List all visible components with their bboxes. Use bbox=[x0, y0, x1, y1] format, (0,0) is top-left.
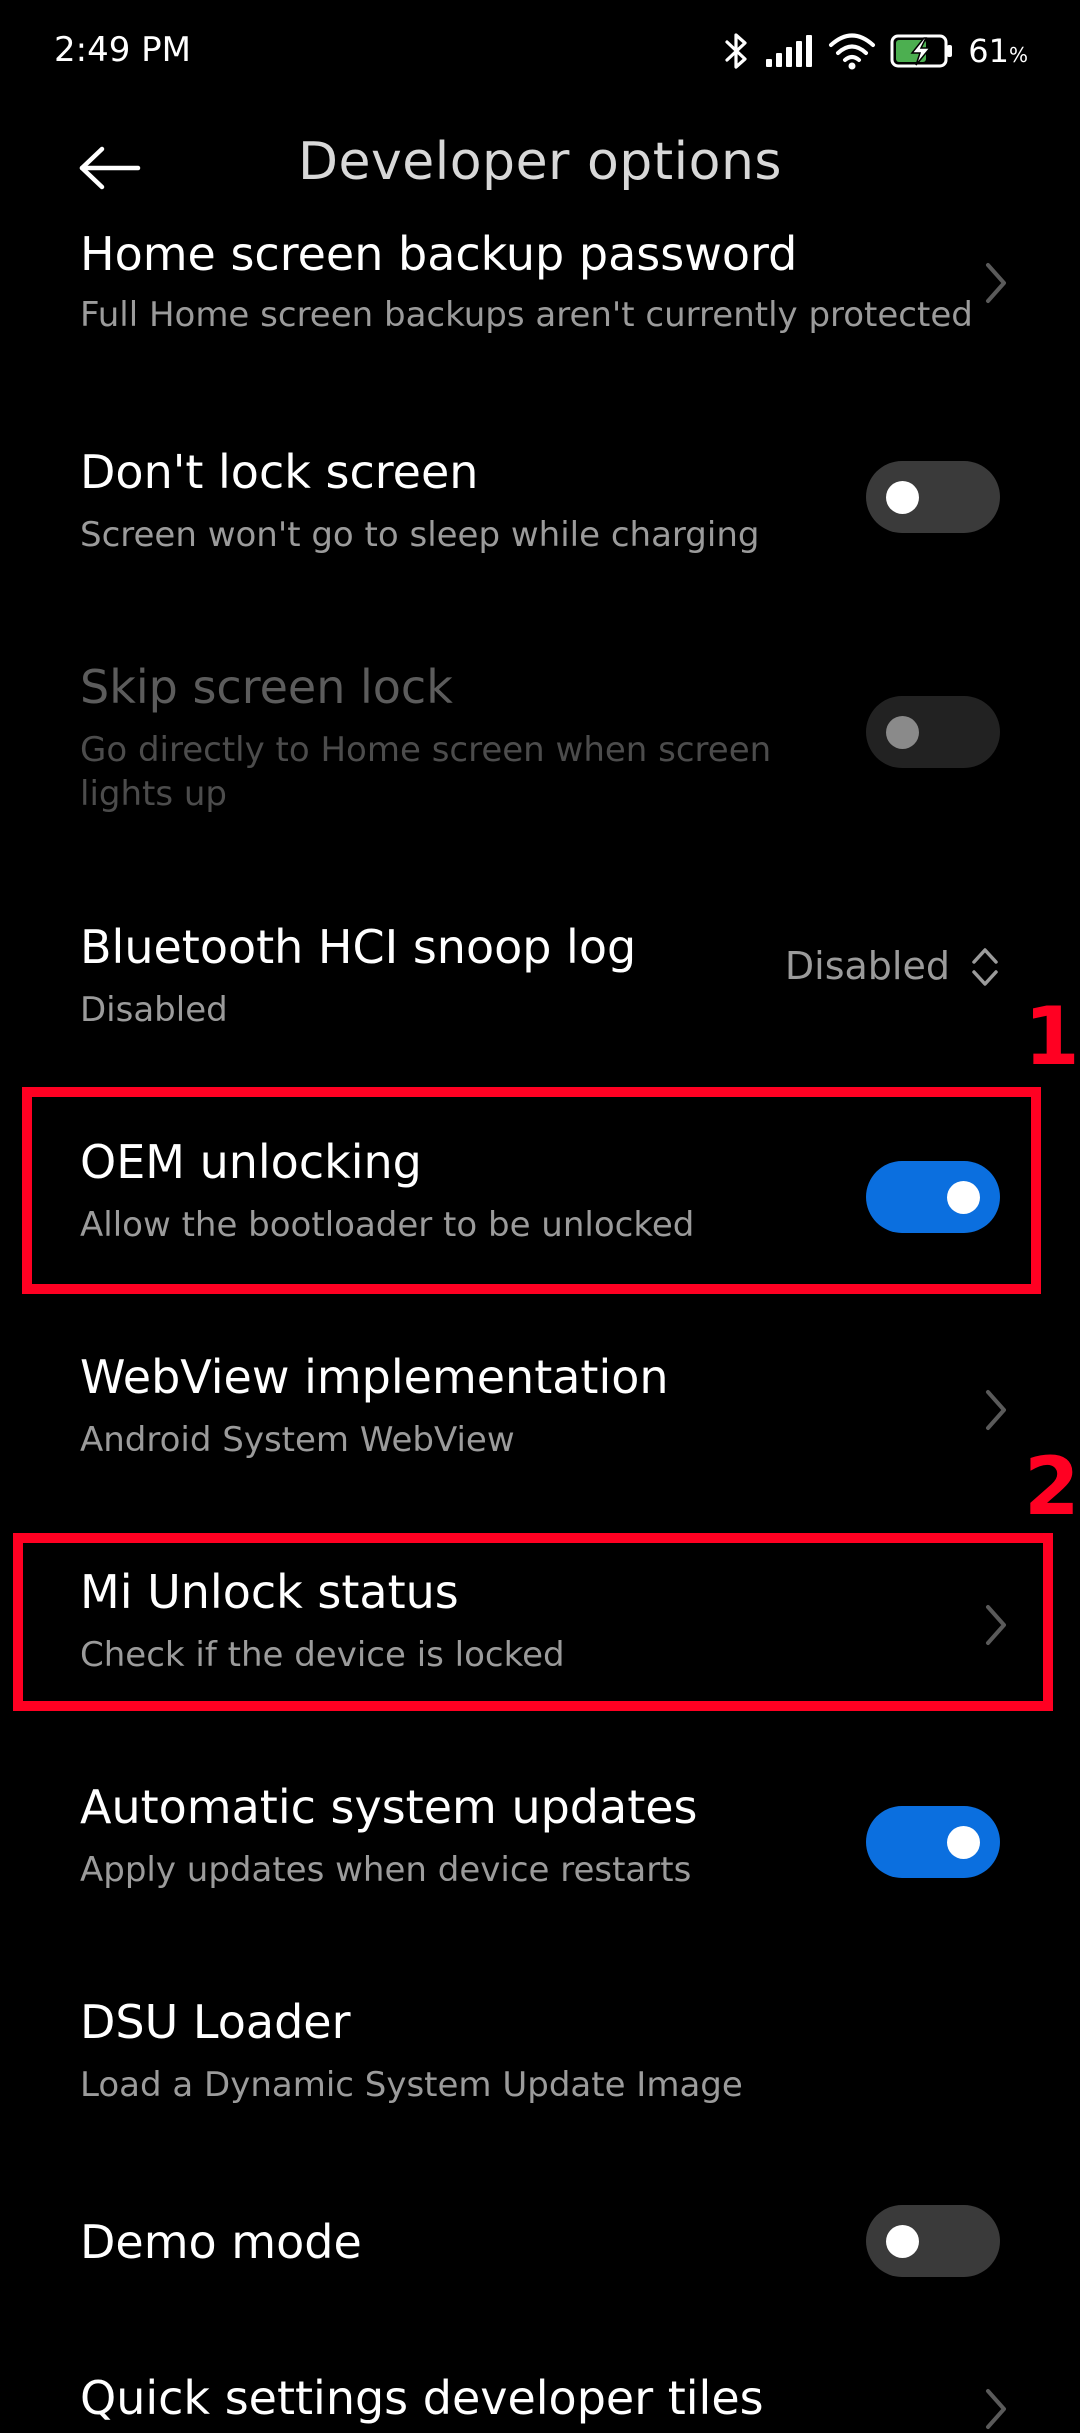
status-bar: 2:49 PM 61% bbox=[0, 0, 1080, 100]
toggle-knob bbox=[947, 1826, 980, 1859]
setting-title: WebView implementation bbox=[80, 1350, 669, 1404]
setting-skip-screen-lock: Skip screen lock Go directly to Home scr… bbox=[0, 650, 1080, 814]
annotation-highlight-mi-unlock-status bbox=[13, 1533, 1053, 1711]
setting-subtitle: Android System WebView bbox=[80, 1420, 515, 1460]
battery-percent-unit: % bbox=[1008, 43, 1028, 67]
setting-webview-implementation[interactable]: WebView implementation Android System We… bbox=[0, 1340, 1080, 1470]
app-header: Developer options bbox=[0, 110, 1080, 215]
dropdown-value[interactable]: Disabled bbox=[785, 944, 950, 988]
chevron-up-down-icon bbox=[972, 948, 998, 986]
automatic-system-updates-toggle[interactable] bbox=[866, 1806, 1000, 1878]
wifi-icon bbox=[828, 32, 876, 70]
status-icons: 61% bbox=[724, 26, 1028, 76]
setting-subtitle: Go directly to Home screen when screen l… bbox=[80, 730, 772, 814]
setting-subtitle: Load a Dynamic System Update Image bbox=[80, 2065, 743, 2105]
battery-percent: 61% bbox=[968, 32, 1028, 70]
dont-lock-screen-toggle[interactable] bbox=[866, 461, 1000, 533]
bluetooth-icon bbox=[724, 31, 750, 71]
skip-screen-lock-toggle bbox=[866, 696, 1000, 768]
setting-quick-settings-developer-tiles[interactable]: Quick settings developer tiles bbox=[0, 2365, 1080, 2429]
setting-subtitle: Full Home screen backups aren't currentl… bbox=[80, 295, 973, 335]
setting-title: Don't lock screen bbox=[80, 445, 479, 499]
battery-percent-value: 61 bbox=[968, 32, 1009, 70]
chevron-right-icon bbox=[986, 2389, 1006, 2429]
annotation-marker-2: 2 bbox=[1024, 1440, 1080, 1533]
page-title: Developer options bbox=[298, 132, 782, 192]
demo-mode-toggle[interactable] bbox=[866, 2205, 1000, 2277]
setting-dont-lock-screen[interactable]: Don't lock screen Screen won't go to sle… bbox=[0, 435, 1080, 565]
setting-automatic-system-updates[interactable]: Automatic system updates Apply updates w… bbox=[0, 1770, 1080, 1900]
chevron-right-icon bbox=[986, 1390, 1006, 1430]
setting-demo-mode[interactable]: Demo mode bbox=[0, 2205, 1080, 2305]
annotation-marker-1: 1 bbox=[1024, 990, 1080, 1083]
setting-home-screen-backup-password[interactable]: Home screen backup password Full Home sc… bbox=[0, 215, 1080, 385]
setting-title: Home screen backup password bbox=[80, 227, 798, 281]
setting-title: Skip screen lock bbox=[80, 660, 453, 714]
battery-charging-icon bbox=[890, 33, 954, 69]
setting-subtitle: Disabled bbox=[80, 990, 228, 1030]
toggle-knob bbox=[886, 2225, 919, 2258]
setting-title: Bluetooth HCI snoop log bbox=[80, 920, 637, 974]
signal-icon bbox=[764, 33, 814, 69]
setting-subtitle: Screen won't go to sleep while charging bbox=[80, 515, 760, 555]
toggle-knob bbox=[886, 716, 919, 749]
setting-bluetooth-hci-snoop-log[interactable]: Bluetooth HCI snoop log Disabled Disable… bbox=[0, 910, 1080, 1040]
status-time: 2:49 PM bbox=[54, 30, 191, 70]
setting-title: Demo mode bbox=[80, 2215, 362, 2269]
chevron-right-icon bbox=[986, 263, 1006, 303]
setting-title: DSU Loader bbox=[80, 1995, 351, 2049]
setting-title: Automatic system updates bbox=[80, 1780, 698, 1834]
setting-subtitle: Apply updates when device restarts bbox=[80, 1850, 692, 1890]
annotation-highlight-oem-unlocking bbox=[22, 1087, 1041, 1294]
setting-title: Quick settings developer tiles bbox=[80, 2371, 764, 2425]
setting-dsu-loader[interactable]: DSU Loader Load a Dynamic System Update … bbox=[0, 1985, 1080, 2115]
toggle-knob bbox=[886, 481, 919, 514]
